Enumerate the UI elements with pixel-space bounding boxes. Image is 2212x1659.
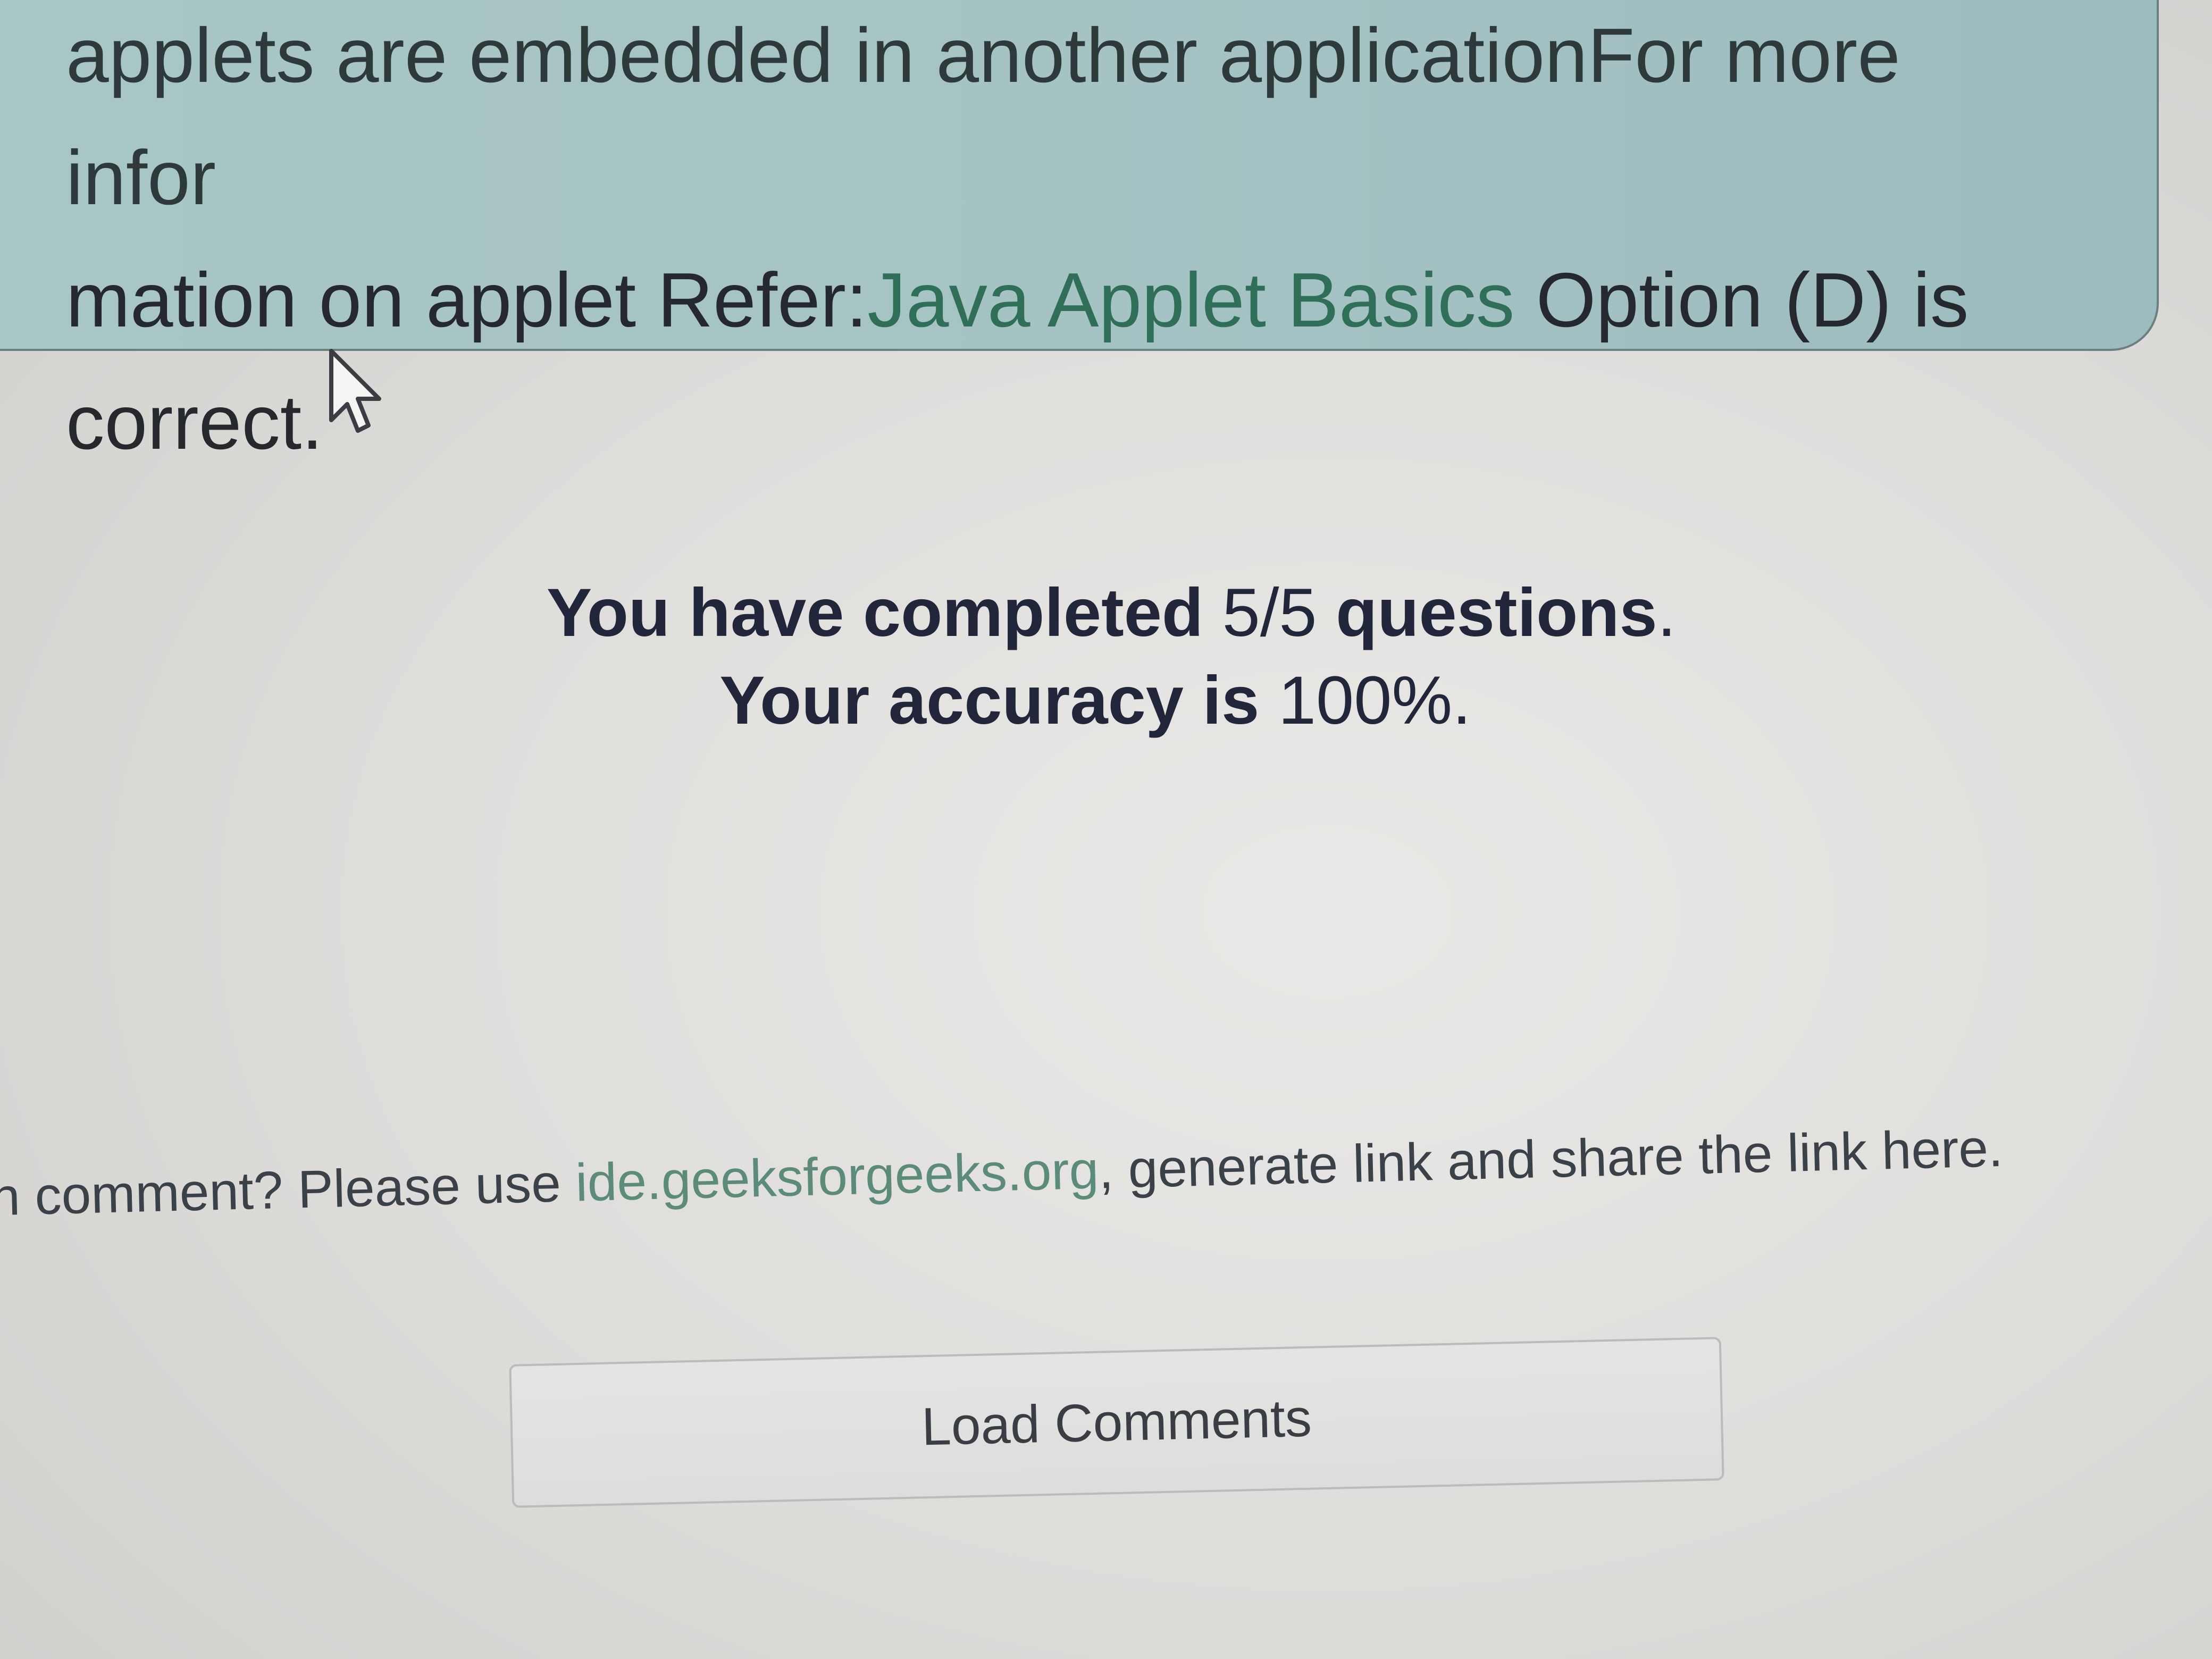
- comment-prompt: in comment? Please use ide.geeksforgeeks…: [0, 1113, 2169, 1228]
- accuracy-text: Your accuracy is 100%.: [0, 657, 2212, 744]
- completed-count: 5/5: [1222, 575, 1317, 651]
- explanation-line-2-prefix: mation on applet Refer:: [66, 257, 868, 343]
- load-comments-label: Load Comments: [920, 1388, 1313, 1456]
- mouse-pointer-icon: [329, 349, 381, 433]
- accuracy-label: Your accuracy is: [719, 663, 1260, 739]
- completed-label: You have completed: [546, 575, 1204, 651]
- ide-geeksforgeeks-link[interactable]: ide.geeksforgeeks.org: [575, 1141, 1099, 1213]
- accuracy-period: .: [1452, 663, 1471, 739]
- comment-prompt-suffix: , generate link and share the link here.: [1097, 1118, 2004, 1200]
- accuracy-value: 100%: [1278, 663, 1453, 739]
- explanation-line-2: mation on applet Refer:Java Applet Basic…: [66, 239, 2033, 361]
- completed-period: .: [1657, 575, 1677, 651]
- completed-questions-text: You have completed 5/5 questions.: [11, 569, 2212, 657]
- comment-prompt-prefix: in comment? Please use: [0, 1153, 576, 1227]
- java-applet-basics-link[interactable]: Java Applet Basics: [867, 257, 1514, 343]
- explanation-line-2-suffix: Option (D) is: [1514, 257, 1969, 343]
- explanation-line-1: applets are embedded in another applicat…: [66, 12, 1900, 221]
- quiz-result: You have completed 5/5 questions. Your a…: [0, 569, 2212, 744]
- load-comments-button[interactable]: Load Comments: [509, 1337, 1724, 1508]
- explanation-panel: applets are embedded in another applicat…: [0, 0, 2159, 465]
- questions-label: questions: [1336, 575, 1657, 651]
